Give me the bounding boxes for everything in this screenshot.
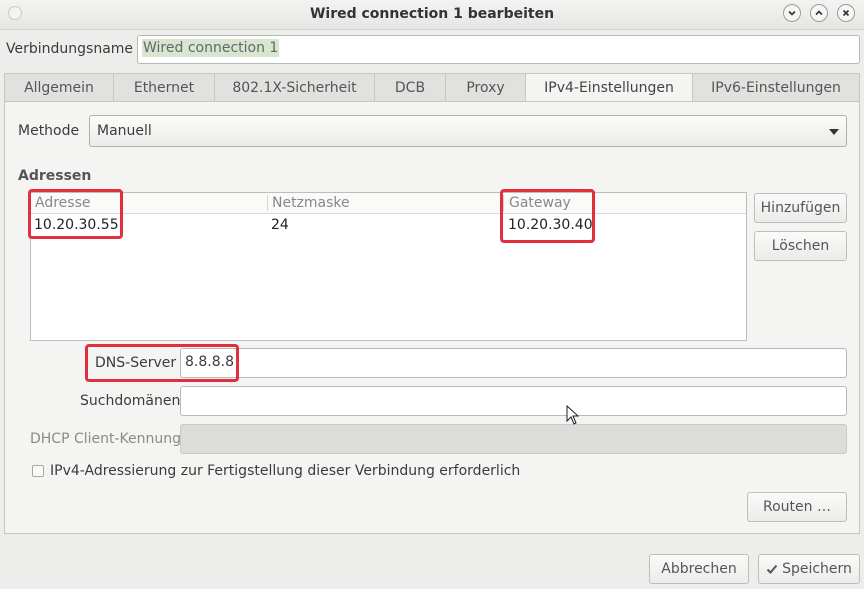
dhcp-client-id-input xyxy=(180,424,847,454)
chevron-up-icon xyxy=(815,10,823,16)
save-button[interactable]: Speichern xyxy=(758,554,860,584)
column-separator xyxy=(267,195,268,211)
cell-gateway[interactable]: 10.20.30.40 xyxy=(508,217,593,233)
dns-server-value: 8.8.8.8 xyxy=(185,354,234,370)
cell-netmask[interactable]: 24 xyxy=(271,217,289,233)
addresses-heading: Adressen xyxy=(18,168,92,184)
close-icon xyxy=(842,9,850,17)
method-label: Methode xyxy=(18,123,80,139)
close-button[interactable] xyxy=(837,4,855,22)
add-address-button[interactable]: Hinzufügen xyxy=(754,193,847,223)
dns-server-label: DNS-Server xyxy=(95,355,177,371)
tab-ipv6-settings[interactable]: IPv6-Einstellungen xyxy=(693,73,860,102)
method-value: Manuell xyxy=(97,123,152,139)
column-separator xyxy=(503,195,504,211)
cell-address[interactable]: 10.20.30.55 xyxy=(34,217,119,233)
tab-bar: Allgemein Ethernet 802.1X-Sicherheit DCB… xyxy=(4,73,860,102)
title-bar: Wired connection 1 bearbeiten xyxy=(0,0,864,30)
tab-allgemein[interactable]: Allgemein xyxy=(4,73,114,102)
minimize-button[interactable] xyxy=(783,4,801,22)
dhcp-client-id-label: DHCP Client-Kennung xyxy=(30,431,182,447)
dns-server-input[interactable]: 8.8.8.8 xyxy=(180,348,847,378)
search-domains-label: Suchdomänen xyxy=(80,393,181,409)
addresses-table[interactable]: Adresse Netzmaske Gateway 10.20.30.55 24… xyxy=(30,192,747,341)
chevron-down-icon xyxy=(788,10,796,16)
connection-name-label: Verbindungsname xyxy=(6,41,134,57)
cancel-button[interactable]: Abbrechen xyxy=(649,554,749,584)
dropdown-arrow-icon xyxy=(829,129,839,135)
save-button-label: Speichern xyxy=(782,561,852,577)
delete-address-button[interactable]: Löschen xyxy=(754,231,847,261)
connection-name-input[interactable]: Wired connection 1 xyxy=(137,35,860,64)
require-ipv4-label[interactable]: IPv4-Adressierung zur Fertigstellung die… xyxy=(50,463,520,479)
addresses-table-header: Adresse Netzmaske Gateway xyxy=(31,193,746,214)
checkmark-icon xyxy=(766,564,778,574)
column-netmask[interactable]: Netzmaske xyxy=(272,195,350,211)
tab-proxy[interactable]: Proxy xyxy=(446,73,526,102)
tab-ipv4-settings[interactable]: IPv4-Einstellungen xyxy=(526,73,693,102)
edit-connection-dialog: Wired connection 1 bearbeiten Verbindung… xyxy=(0,0,864,589)
tab-dcb[interactable]: DCB xyxy=(375,73,446,102)
column-gateway[interactable]: Gateway xyxy=(509,195,571,211)
mouse-cursor-icon xyxy=(566,405,580,425)
maximize-button[interactable] xyxy=(810,4,828,22)
column-address[interactable]: Adresse xyxy=(35,195,90,211)
tab-ethernet[interactable]: Ethernet xyxy=(114,73,215,102)
window-title: Wired connection 1 bearbeiten xyxy=(309,6,555,22)
connection-name-value: Wired connection 1 xyxy=(142,39,280,57)
method-select[interactable]: Manuell xyxy=(89,115,847,147)
tab-8021x-security[interactable]: 802.1X-Sicherheit xyxy=(215,73,375,102)
search-domains-input[interactable] xyxy=(180,386,847,416)
routes-button[interactable]: Routen … xyxy=(747,492,847,522)
require-ipv4-checkbox[interactable] xyxy=(32,465,44,477)
